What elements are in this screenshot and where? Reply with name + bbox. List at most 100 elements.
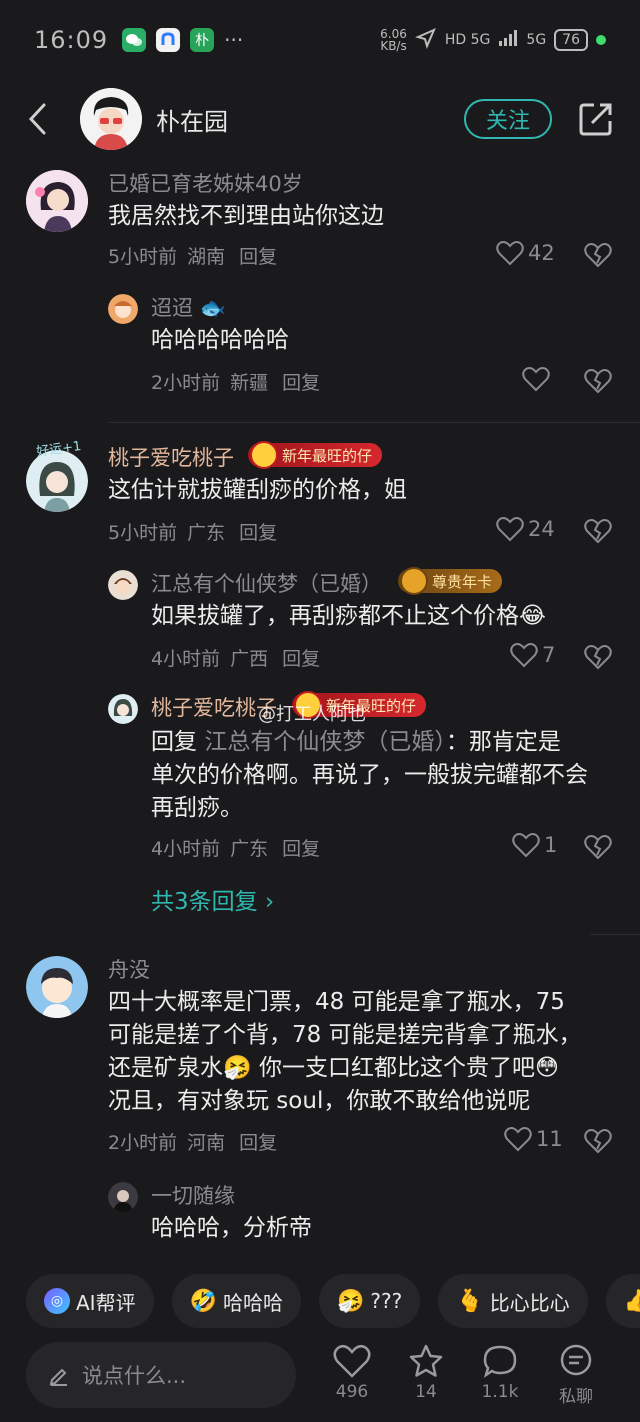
reply-button[interactable]: 回复 [239,1132,277,1154]
user-badge[interactable]: 新年最旺的仔 [248,441,383,469]
like-button[interactable] [522,366,550,392]
reply-text[interactable]: 哈哈哈，分析帝 [151,1212,312,1245]
thumbs-up-chip[interactable]: 👍 太 [605,1274,640,1328]
user-avatar[interactable] [26,170,88,232]
dislike-button[interactable] [584,834,612,860]
comment-username[interactable]: 已婚已育老姊妹40岁 [108,168,303,198]
comment-location: 广东 [187,522,226,544]
laugh-chip[interactable]: 🤣 哈哈哈 [171,1274,301,1328]
location-icon [414,27,437,53]
reply-mention[interactable]: 江总有个仙侠梦（已婚） [204,729,446,755]
comment-username[interactable]: 桃子爱吃桃子 [108,442,234,472]
user-avatar[interactable] [26,956,88,1018]
like-button[interactable]: 24 [496,516,555,542]
heart-icon [512,833,540,858]
status-time: 16:09 [34,26,109,54]
reply-item: 迢迢 🐟 哈哈哈哈哈哈 2小时前 新疆 回复 [0,284,640,394]
like-button[interactable]: 1 [512,832,557,858]
like-post-button[interactable]: 496 [322,1344,382,1402]
reply-text[interactable]: 回复 江总有个仙侠梦（已婚）：那肯定是 单次的价格啊。再说了，一般拔完罐都不会 … [151,726,621,825]
app-icon: 朴 [190,28,215,52]
speech-bubble-icon [483,1345,517,1378]
reply-button[interactable]: 回复 [239,246,277,268]
comment-meta: 2小时前 河南 回复 [108,1128,287,1155]
more-replies-link[interactable]: 共3条回复 › [151,882,274,916]
comment-list[interactable]: 已婚已育老姊妹40岁 我居然找不到理由站你这边 5小时前 湖南 回复 42 迢迢 🐟… [0,158,640,1258]
like-button[interactable]: 42 [496,240,555,266]
comment-meta: 5小时前 湖南 回复 [108,242,287,269]
badge-icon [400,567,428,595]
browser-icon [156,28,181,52]
star-icon [409,1344,443,1377]
broken-heart-icon [584,1129,612,1154]
broken-heart-icon [584,369,612,394]
private-chat-button[interactable]: 私聊 [546,1344,606,1407]
reply-button[interactable]: 回复 [282,838,320,860]
comment-text[interactable]: 四十大概率是门票，48 可能是拿了瓶水，75 可能是搓了个背，78 可能是搓完背… [108,986,628,1118]
user-avatar[interactable] [108,294,138,324]
dislike-button[interactable] [584,644,612,670]
heart-hands-chip[interactable]: 🫰 比心比心 [438,1274,588,1328]
comment-item: 好运+1 桃子爱吃桃子 新年最旺的仔 这估计就拔罐刮痧的价格，姐 5小时前 广东回… [0,438,640,548]
comment-input[interactable]: 说点什么... [26,1342,296,1408]
follow-button[interactable]: 关注 [464,99,552,139]
user-avatar[interactable] [108,570,138,600]
header: 朴在园 关注 [0,80,640,158]
favorite-button[interactable]: 14 [396,1344,456,1402]
reply-time: 2小时前 [151,372,221,394]
question-chip[interactable]: 🤧 ??? [319,1274,421,1328]
reply-location: 广西 [230,648,269,670]
like-count: 1 [544,833,558,857]
user-avatar[interactable] [108,694,138,724]
status-bar: 16:09 朴 ··· 6.06 KB/s HD 5G 5G 76 [0,0,640,80]
reply-username[interactable]: 迢迢 🐟 [151,292,226,322]
reply-meta: 4小时前 广西 回复 [151,644,330,671]
heart-icon [510,643,538,668]
broken-heart-icon [584,243,612,268]
comment-username[interactable]: 舟没 [108,954,150,984]
dislike-button[interactable] [584,518,612,544]
reply-button[interactable]: 回复 [282,372,320,394]
ai-review-chip[interactable]: ◎ AI帮评 [26,1274,154,1328]
heart-icon [496,241,524,266]
share-icon[interactable] [578,101,614,137]
author-name[interactable]: 朴在园 [156,102,228,137]
signal-1: HD 5G [444,32,491,48]
like-count: 7 [542,643,556,667]
comments-button[interactable]: 1.1k [470,1344,530,1402]
comment-time: 5小时前 [108,246,178,268]
comment-text[interactable]: 这估计就拔罐刮痧的价格，姐 [108,474,407,507]
rofl-icon: 🤣 [189,1288,217,1314]
user-avatar[interactable] [108,1182,138,1212]
reply-username[interactable]: 江总有个仙侠梦（已婚） [151,568,382,598]
reply-username[interactable]: 一切随缘 [151,1180,235,1210]
reply-button[interactable]: 回复 [282,648,320,670]
like-button[interactable]: 7 [510,642,555,668]
dislike-button[interactable] [584,242,612,268]
reply-meta: 2小时前 新疆 回复 [151,368,330,395]
back-button[interactable] [26,99,56,139]
comment-location: 湖南 [187,246,226,268]
like-count: 11 [536,1127,563,1151]
dislike-button[interactable] [584,1128,612,1154]
like-button[interactable]: 11 [504,1126,563,1152]
dislike-button[interactable] [584,368,612,394]
thumbs-up-icon: 👍 [623,1288,640,1314]
comment-time: 2小时前 [108,1132,178,1154]
reply-location: 新疆 [230,372,269,394]
pencil-icon [49,1368,67,1386]
author-avatar[interactable] [80,88,142,150]
comment-meta: 5小时前 广东 回复 [108,518,287,545]
user-avatar[interactable] [26,450,88,512]
comment-text[interactable]: 我居然找不到理由站你这边 [108,200,384,233]
comment-location: 河南 [187,1132,226,1154]
like-count: 24 [528,517,555,541]
wechat-icon [122,28,147,52]
battery-indicator: 76 [554,29,588,51]
comment-item: 已婚已育老姊妹40岁 我居然找不到理由站你这边 5小时前 湖南 回复 42 [0,158,640,268]
status-dot [596,35,606,45]
reply-text[interactable]: 如果拔罐了，再刮痧都不止这个价格😂 [151,600,546,633]
reply-text[interactable]: 哈哈哈哈哈哈 [151,324,289,357]
user-badge[interactable]: 尊贵年卡 [398,567,503,595]
reply-button[interactable]: 回复 [239,522,277,544]
